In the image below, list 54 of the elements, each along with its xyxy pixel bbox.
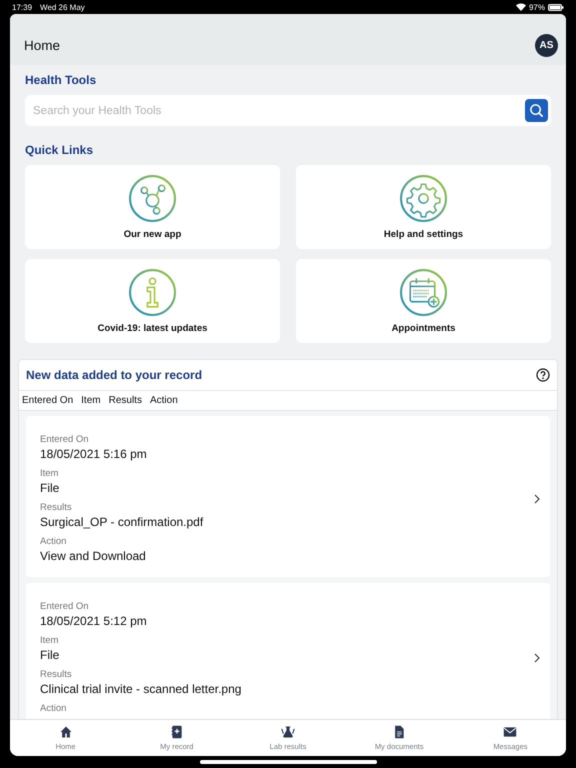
info-icon (128, 268, 177, 317)
wifi-icon (516, 3, 526, 11)
field-label: Results (40, 502, 73, 513)
page-title: Home (24, 38, 62, 53)
field-label: Action (40, 536, 68, 547)
field-label: Entered On (40, 601, 90, 612)
field-value: File (40, 648, 60, 662)
network-icon (128, 174, 177, 223)
battery-icon (548, 4, 564, 10)
field-label: Action (40, 703, 68, 714)
status-time: 17:39 (12, 2, 32, 12)
record-card[interactable]: Entered On 18/05/2021 5:16 pm Item File Results Surgical_OP - confirmation.pdf Action View and Download (26, 416, 550, 577)
column-header: Entered On (22, 395, 74, 406)
chevron-icon (534, 652, 540, 662)
flask-icon (281, 725, 295, 739)
search-button[interactable] (525, 99, 548, 122)
document-icon (392, 725, 406, 739)
search-icon (529, 103, 544, 118)
gear-icon (399, 174, 448, 223)
field-value: View and Download (40, 549, 147, 563)
field-label: Results (40, 669, 73, 680)
avatar-button[interactable]: AS (535, 34, 558, 57)
notebook-icon (170, 725, 184, 739)
column-header: Item (81, 395, 101, 406)
home-icon (58, 725, 73, 739)
quick-link-label: Covid-19: latest updates (98, 323, 208, 334)
section-title: Quick Links (25, 143, 94, 157)
quick-link-label: Appointments (392, 323, 456, 334)
help-icon[interactable] (536, 368, 550, 382)
quick-link-card[interactable]: Covid-19: latest updates (25, 259, 280, 343)
field-label: Item (40, 635, 60, 646)
field-value: 18/05/2021 5:16 pm (40, 447, 148, 461)
search-field[interactable]: Search your Health Tools (25, 95, 551, 126)
field-value: Surgical_OP - confirmation.pdf (40, 515, 204, 529)
column-header: Action (150, 395, 178, 406)
quick-link-label: Our new app (124, 229, 182, 240)
quick-link-card[interactable]: Appointments (296, 259, 551, 343)
field-value: 18/05/2021 5:12 pm (40, 614, 148, 628)
panel-title: New data added to your record (26, 368, 204, 382)
field-label: Item (40, 468, 60, 479)
column-header: Results (108, 395, 142, 406)
mail-icon (503, 725, 518, 739)
calendar-icon (399, 268, 448, 317)
record-card[interactable]: Entered On 18/05/2021 5:12 pm Item File Results Clinical trial invite - scanned letter.png Action (26, 583, 550, 719)
battery-percent: 97% (528, 2, 545, 12)
field-label: Entered On (40, 434, 90, 445)
quick-link-card[interactable]: Our new app (25, 165, 280, 249)
field-value: Clinical trial invite - scanned letter.png (40, 682, 242, 696)
chevron-icon (534, 494, 540, 504)
field-value: File (40, 481, 60, 495)
quick-link-card[interactable]: Help and settings (296, 165, 551, 249)
quick-link-label: Help and settings (384, 229, 464, 240)
status-date: Wed 26 May (40, 2, 85, 12)
section-title: Health Tools (25, 73, 98, 87)
